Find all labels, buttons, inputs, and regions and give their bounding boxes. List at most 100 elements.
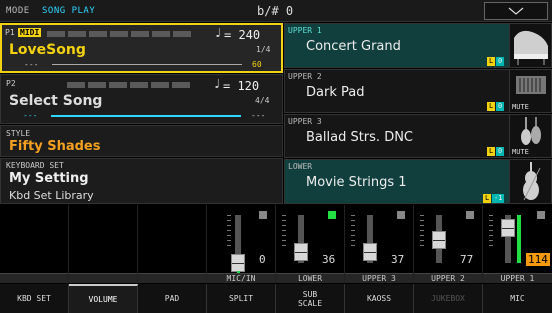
channel-value: 36	[322, 253, 336, 266]
midi-badge: MIDI	[18, 28, 42, 37]
sound-name: Dark Pad	[306, 85, 365, 100]
mixer-channel-upper-1[interactable]: 114 UPPER 1	[483, 205, 552, 283]
channel-label: UPPER 1	[483, 273, 552, 283]
sound-lower[interactable]: LOWER Movie Strings 1 L -1	[284, 159, 552, 204]
player-1-tempo: = 240	[224, 28, 261, 42]
player-2-meter: 4/4	[255, 96, 270, 105]
violin-icon	[509, 160, 551, 203]
channel-value: 37	[391, 253, 405, 266]
note-icon: ♩	[214, 26, 222, 41]
octave-badge: -1	[492, 194, 505, 203]
octave-badge: 0	[496, 147, 505, 156]
mute-indicator[interactable]	[537, 211, 545, 219]
octave-badge: 0	[496, 57, 505, 66]
player-2-tempo: = 120	[223, 79, 260, 93]
mixer-channel-empty	[0, 205, 69, 283]
mode-label: MODE	[6, 6, 30, 16]
piano-icon	[509, 24, 551, 67]
player-2-time-right: ---	[251, 111, 266, 120]
mode-value: SONG PLAY	[42, 6, 96, 16]
sound-tag: UPPER 3	[288, 117, 322, 126]
sound-tag: LOWER	[288, 162, 313, 171]
sound-name: Ballad Strs. DNC	[306, 130, 414, 145]
tab-sub-scale[interactable]: SUB SCALE	[276, 284, 345, 313]
fader-handle[interactable]	[501, 218, 515, 237]
sound-name: Movie Strings 1	[306, 175, 407, 190]
channel-value: 77	[460, 253, 474, 266]
sound-upper-1[interactable]: UPPER 1 Concert Grand L 0	[284, 23, 552, 68]
synth-pad-icon[interactable]: MUTE	[509, 70, 551, 112]
mute-indicator[interactable]	[397, 211, 405, 219]
fader-handle[interactable]	[231, 254, 245, 272]
sound-tag: UPPER 1	[288, 26, 322, 35]
player-1-tag: P1	[5, 28, 15, 37]
transpose-display[interactable]: b/# 0	[257, 4, 293, 18]
mixer-channel-empty	[138, 205, 207, 283]
mute-label: MUTE	[512, 103, 529, 111]
transpose-value: 0	[285, 4, 294, 18]
top-bar: MODE SONG PLAY b/# 0	[0, 0, 552, 22]
transpose-label: b/#	[257, 4, 279, 18]
fader-handle[interactable]	[363, 242, 377, 261]
keyboard-set-tag: KEYBOARD SET	[6, 161, 64, 170]
player-1-meter: 1/4	[256, 45, 271, 54]
keyboard-badge: L	[487, 102, 496, 111]
sound-upper-3[interactable]: UPPER 3 Ballad Strs. DNC L 0 MUTE	[284, 114, 552, 158]
chevron-down-icon	[508, 7, 524, 15]
mute-label: MUTE	[512, 148, 529, 156]
volume-mixer: 0 MIC/IN 36 LOWER 37 UPPER 3 77 UPPER 2 …	[0, 205, 552, 283]
keyboard-badge: L	[487, 147, 496, 156]
player-1-song-name: LoveSong	[9, 42, 86, 58]
channel-label: MIC/IN	[207, 273, 275, 283]
tab-kaoss[interactable]: KAOSS	[345, 284, 414, 313]
mixer-channel-mic-in[interactable]: 0 MIC/IN	[207, 205, 276, 283]
level-meter	[517, 215, 521, 263]
keyboard-badge: L	[487, 57, 496, 66]
tab-pad[interactable]: PAD	[138, 284, 207, 313]
player-2-time-left: ---	[23, 111, 38, 120]
style-tag: STYLE	[6, 129, 31, 138]
tab-volume[interactable]: VOLUME	[69, 284, 138, 313]
tab-jukebox[interactable]: JUKEBOX	[414, 284, 483, 313]
note-icon: ♩	[213, 77, 221, 92]
keyboard-set-library: Kbd Set Library	[9, 189, 94, 202]
channel-label: LOWER	[276, 273, 344, 283]
fader-handle[interactable]	[432, 230, 446, 249]
mixer-channel-upper-2[interactable]: 77 UPPER 2	[414, 205, 483, 283]
keyboard-set-panel[interactable]: KEYBOARD SET My Setting Kbd Set Library	[0, 158, 283, 204]
keyboard-set-name: My Setting	[9, 171, 89, 186]
tab-split[interactable]: SPLIT	[207, 284, 276, 313]
channel-value: 0	[259, 253, 266, 266]
mixer-channel-upper-3[interactable]: 37 UPPER 3	[345, 205, 414, 283]
bottom-tab-bar: KBD SET VOLUME PAD SPLIT SUB SCALE KAOSS…	[0, 284, 552, 313]
mixer-channel-empty	[69, 205, 138, 283]
sound-name: Concert Grand	[306, 39, 401, 54]
octave-badge: 0	[496, 102, 505, 111]
mute-indicator[interactable]	[259, 211, 267, 219]
player-1-time-right: 60	[252, 60, 262, 69]
style-name: Fifty Shades	[9, 139, 101, 154]
mixer-channel-lower[interactable]: 36 LOWER	[276, 205, 345, 283]
channel-label	[69, 273, 137, 283]
player-2-tag: P2	[6, 79, 16, 88]
player-1-panel[interactable]: P1 MIDI ♩ = 240 LoveSong 1/4 --- 60	[0, 23, 283, 73]
sound-tag: UPPER 2	[288, 72, 322, 81]
mute-indicator[interactable]	[466, 211, 474, 219]
player-1-time-left: ---	[24, 60, 39, 69]
style-panel[interactable]: STYLE Fifty Shades	[0, 125, 283, 157]
strings-icon[interactable]: MUTE	[509, 115, 551, 157]
play-indicator[interactable]	[328, 211, 336, 219]
menu-dropdown-button[interactable]	[484, 2, 548, 20]
channel-label	[138, 273, 206, 283]
tab-kbd-set[interactable]: KBD SET	[0, 284, 69, 313]
channel-label: UPPER 2	[414, 273, 482, 283]
keyboard-badge: L	[483, 194, 492, 203]
tab-mic[interactable]: MIC	[483, 284, 552, 313]
channel-label	[0, 273, 68, 283]
player-2-song-name: Select Song	[9, 93, 103, 109]
player-2-panel[interactable]: P2 ♩ = 120 Select Song 4/4 --- ---	[0, 74, 283, 124]
channel-label: UPPER 3	[345, 273, 413, 283]
sound-upper-2[interactable]: UPPER 2 Dark Pad L 0 MUTE	[284, 69, 552, 113]
fader-handle[interactable]	[294, 243, 308, 262]
channel-value: 114	[526, 253, 550, 266]
